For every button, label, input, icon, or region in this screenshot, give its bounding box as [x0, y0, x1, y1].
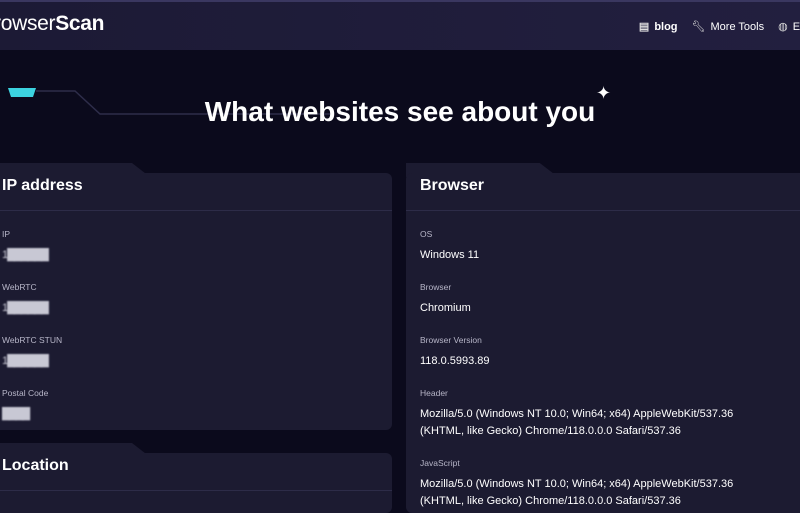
card-title: Location	[0, 453, 392, 491]
field-label: JavaScript	[420, 458, 460, 468]
wrench-icon: 🔧︎	[691, 21, 706, 33]
field-label: Browser Version	[420, 335, 482, 345]
ip-value: 1██████	[2, 249, 49, 261]
ip-address-card: IP address IP 1██████ WebRTC 1██████ Web…	[0, 173, 392, 430]
nav-blog[interactable]: ▤ blog	[639, 20, 678, 33]
field-value: 1██████	[2, 300, 378, 317]
globe-icon: ◍	[778, 21, 788, 33]
field-value: Mozilla/5.0 (Windows NT 10.0; Win64; x64…	[420, 408, 734, 437]
sparkle-icon: ✦	[596, 83, 612, 103]
nav-language[interactable]: ◍ EN	[778, 20, 800, 33]
field-label: OS	[420, 229, 433, 239]
nav: ▤ blog 🔧︎ More Tools ◍ EN	[639, 20, 800, 33]
field-value: Chromium	[420, 302, 471, 314]
page-title: What websites see about you	[204, 96, 596, 127]
logo-text: rowser	[0, 12, 56, 35]
postal-code-value: ████	[2, 408, 30, 420]
logo[interactable]: rowserScan	[0, 12, 105, 36]
field-label: Browser	[420, 282, 452, 292]
location-card: Location	[0, 453, 392, 513]
top-header: rowserScan ▤ blog 🔧︎ More Tools ◍ EN	[0, 0, 800, 50]
field-label: Header	[420, 388, 448, 398]
nav-label: blog	[654, 21, 678, 33]
nav-label: More Tools	[710, 21, 765, 33]
field-label: IP	[2, 229, 11, 239]
field-label: WebRTC STUN	[2, 335, 63, 345]
field-value: Windows 11	[420, 249, 480, 261]
blog-icon: ▤	[638, 21, 650, 33]
field-value: Mozilla/5.0 (Windows NT 10.0; Win64; x64…	[420, 478, 734, 507]
card-title: IP address	[0, 173, 392, 211]
field-value: 118.0.5993.89	[420, 355, 490, 367]
card-title: Browser	[406, 173, 800, 211]
field-value: 1██████	[2, 353, 378, 370]
logo-text-bold: Scan	[55, 12, 105, 35]
browser-card: Browser OS Windows 11 Browser Chromium B…	[406, 173, 800, 513]
webrtc-value: 1██████	[2, 302, 49, 314]
field-label: Postal Code	[2, 388, 49, 398]
field-value: ████	[2, 406, 378, 423]
webrtc-stun-value: 1██████	[2, 355, 49, 367]
field-label: WebRTC	[2, 282, 37, 292]
nav-label: EN	[792, 21, 800, 33]
field-value: 1██████	[2, 247, 378, 264]
nav-more-tools[interactable]: 🔧︎ More Tools	[692, 20, 765, 33]
